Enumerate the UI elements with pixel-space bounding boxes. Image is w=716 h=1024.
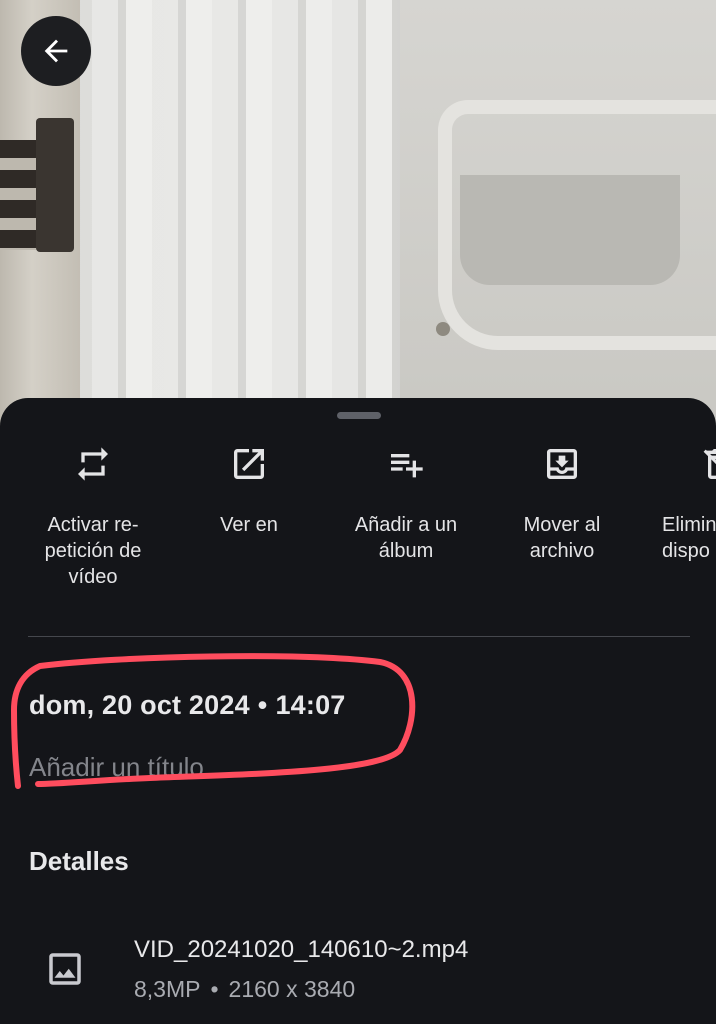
photo-hinge: [36, 118, 74, 252]
file-megapixels: 8,3MP: [134, 976, 201, 1002]
photo-holder: [438, 100, 716, 350]
open-external-icon: [229, 444, 269, 484]
file-meta-separator: •: [210, 976, 219, 1002]
section-divider: [28, 636, 690, 637]
capture-datetime[interactable]: dom, 20 oct 2024 • 14:07: [29, 690, 346, 721]
info-bottom-sheet: Activar re- petición de vídeo Ver en Aña…: [0, 398, 716, 1024]
file-detail-row[interactable]: VID_20241020_140610~2.mp4 8,3MP • 2160 x 3…: [0, 928, 716, 1024]
photo-curtain: [92, 0, 392, 430]
delete-from-device-action[interactable]: Elimin dispo: [640, 444, 716, 564]
add-to-album-label: Añadir a un álbum: [354, 514, 458, 562]
back-button[interactable]: [21, 16, 91, 86]
photo-info-screen: Activar re- petición de vídeo Ver en Aña…: [0, 0, 716, 1024]
add-title-input[interactable]: Añadir un título...: [29, 752, 226, 783]
image-icon: [44, 948, 86, 990]
photo-screw: [436, 322, 450, 336]
datetime-separator: •: [257, 690, 268, 720]
delete-device-icon: [698, 444, 716, 484]
capture-date: dom, 20 oct 2024: [29, 690, 250, 720]
delete-from-device-label: Elimin dispo: [662, 514, 716, 562]
arrow-left-icon: [44, 39, 68, 63]
photo-hinge-shadow: [0, 140, 40, 250]
open-in-label: Ver en: [220, 514, 278, 536]
open-in-action[interactable]: Ver en: [171, 444, 327, 538]
archive-icon: [542, 444, 582, 484]
loop-video-action[interactable]: Activar re- petición de vídeo: [15, 444, 171, 590]
add-to-album-action[interactable]: Añadir a un álbum: [328, 444, 484, 564]
sheet-drag-handle[interactable]: [337, 412, 381, 419]
details-heading: Detalles: [29, 846, 129, 876]
capture-time: 14:07: [275, 690, 346, 720]
repeat-icon: [73, 444, 113, 484]
photo-preview[interactable]: [0, 0, 716, 430]
file-resolution: 2160 x 3840: [228, 976, 356, 1002]
archive-label: Mover al archivo: [523, 514, 601, 562]
loop-video-label: Activar re- petición de vídeo: [44, 514, 142, 588]
file-meta: 8,3MP • 2160 x 3840: [134, 976, 355, 1003]
action-row: Activar re- petición de vídeo Ver en Aña…: [0, 444, 716, 604]
file-name: VID_20241020_140610~2.mp4: [134, 936, 469, 963]
archive-action[interactable]: Mover al archivo: [484, 444, 640, 564]
playlist-add-icon: [386, 444, 426, 484]
